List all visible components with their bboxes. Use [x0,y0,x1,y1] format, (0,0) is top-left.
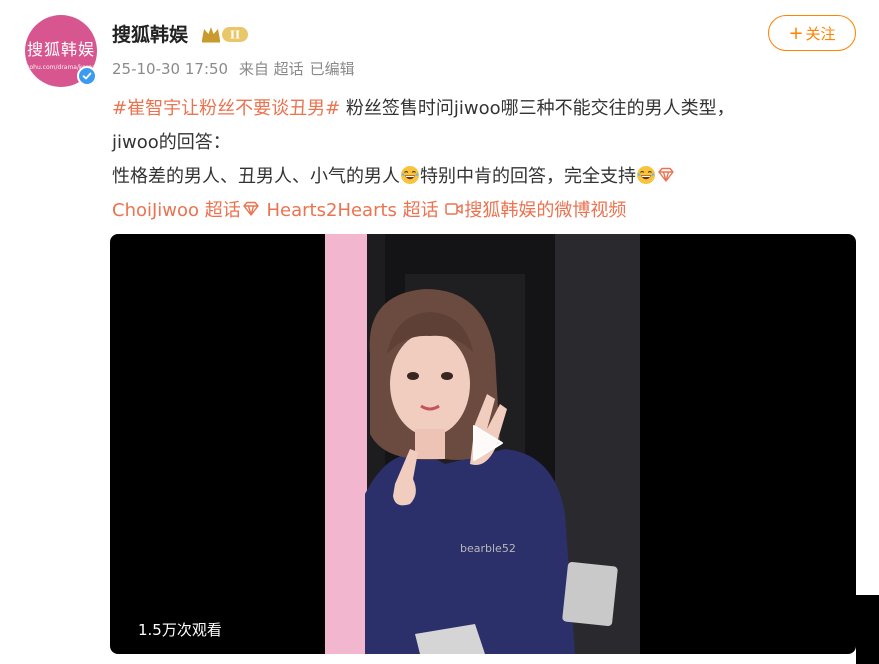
post-meta: 25-10-30 17:50 来自 超话 已编辑 [112,58,361,79]
verified-check-icon [77,66,97,86]
post-line1: 粉丝签售时问jiwoo哪三种不能交往的男人类型， [340,98,735,119]
crown-icon [202,27,220,43]
plus-icon: + [788,22,804,44]
post-line3b: 特别中肯的回答，完全支持 [420,166,636,187]
diamond-icon [243,201,259,216]
edited-label[interactable]: 已编辑 [310,60,355,78]
vip-level-text: II [230,29,240,42]
hashtag-link[interactable]: #崔智宇让粉丝不要谈丑男# [112,98,340,119]
diamond-icon [658,167,674,182]
post-line3a: 性格差的男人、丑男人、小气的男人 [112,166,400,187]
follow-button-label: 关注 [805,24,836,43]
play-icon[interactable] [460,418,510,468]
video-watermark: bearble52 [460,542,516,555]
username[interactable]: 搜狐韩娱 [112,20,188,47]
video-link[interactable]: 搜狐韩娱的微博视频 [464,200,626,221]
post-text: #崔智宇让粉丝不要谈丑男# 粉丝签售时问jiwoo哪三种不能交往的男人类型， j… [112,92,852,228]
laughing-emoji-icon [401,166,419,184]
supertopic-link-choijiwoo[interactable]: ChoiJiwoo 超话 [112,200,241,221]
post-line2: jiwoo的回答： [112,132,231,153]
vip-crown-badge[interactable]: II [200,24,250,44]
post-source[interactable]: 来自 超话 [239,60,304,78]
follow-button[interactable]: + 关注 [768,15,856,51]
post-timestamp[interactable]: 25-10-30 17:50 [112,60,228,78]
avatar-logo-text: 搜狐韩娱 [26,39,95,59]
supertopic-link-hearts2hearts[interactable]: Hearts2Hearts 超话 [267,200,439,221]
video-player[interactable]: bearble52 1.5万次观看 [110,234,856,654]
laughing-emoji-icon [637,166,655,184]
video-link-icon [445,203,464,215]
view-count: 1.5万次观看 [138,621,222,639]
screenshot-edge [856,595,879,664]
